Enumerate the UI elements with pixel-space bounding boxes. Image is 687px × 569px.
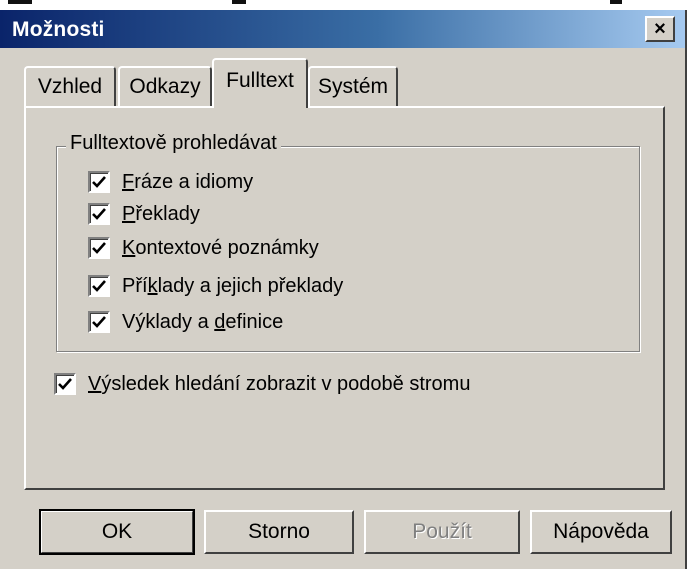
option-tree-view[interactable]: Výsledek hledání zobrazit v podobě strom…	[54, 370, 470, 398]
background-fragment	[610, 0, 622, 4]
title-bar[interactable]: Možnosti ×	[0, 10, 685, 48]
background-fragment	[8, 0, 32, 4]
group-legend: Fulltextově prohledávat	[66, 132, 281, 155]
checkbox[interactable]	[88, 311, 110, 333]
tab-vzhled[interactable]: Vzhled	[24, 66, 116, 106]
checkbox[interactable]	[88, 203, 110, 225]
tab-label: Odkazy	[129, 75, 201, 98]
ok-button[interactable]: OK	[39, 509, 195, 555]
option-label: Fráze a idiomy	[122, 170, 254, 193]
dialog-title: Možnosti	[12, 18, 105, 41]
checkmark-icon	[92, 208, 106, 220]
checkmark-icon	[92, 176, 106, 188]
checkmark-icon	[92, 280, 106, 292]
tab-label: Fulltext	[226, 69, 294, 92]
checkmark-icon	[58, 378, 72, 390]
option-label: Výklady a definice	[122, 310, 284, 333]
checkbox[interactable]	[88, 171, 110, 193]
cancel-button[interactable]: Storno	[204, 510, 354, 554]
button-label: Nápověda	[553, 520, 649, 543]
close-button[interactable]: ×	[645, 16, 675, 42]
option-phrases[interactable]: Fráze a idiomy	[88, 168, 253, 196]
close-icon: ×	[654, 18, 666, 40]
checkmark-icon	[92, 316, 106, 328]
tab-odkazy[interactable]: Odkazy	[118, 66, 212, 106]
option-label: Výsledek hledání zobrazit v podobě strom…	[88, 372, 471, 395]
apply-button[interactable]: Použít	[364, 510, 520, 554]
tab-fulltext[interactable]: Fulltext	[212, 58, 308, 108]
button-label: Storno	[248, 520, 310, 543]
option-context-notes[interactable]: Kontextové poznámky	[88, 234, 319, 262]
background-fragment	[232, 0, 246, 4]
option-translations[interactable]: Překlady	[88, 200, 200, 228]
background-strip	[0, 0, 687, 10]
checkbox[interactable]	[88, 237, 110, 259]
button-label: Použít	[412, 520, 472, 543]
checkbox[interactable]	[88, 275, 110, 297]
option-label: Překlady	[122, 202, 200, 225]
tab-system[interactable]: Systém	[308, 66, 398, 106]
option-label: Příklady a jejich překlady	[122, 274, 344, 297]
option-label: Kontextové poznámky	[122, 236, 319, 259]
button-label: OK	[101, 520, 133, 543]
option-definitions[interactable]: Výklady a definice	[88, 308, 283, 336]
tab-label: Systém	[317, 75, 388, 98]
option-examples[interactable]: Příklady a jejich překlady	[88, 272, 343, 300]
checkbox[interactable]	[54, 373, 76, 395]
tab-label: Vzhled	[37, 75, 103, 98]
help-button[interactable]: Nápověda	[530, 510, 672, 554]
checkmark-icon	[92, 242, 106, 254]
